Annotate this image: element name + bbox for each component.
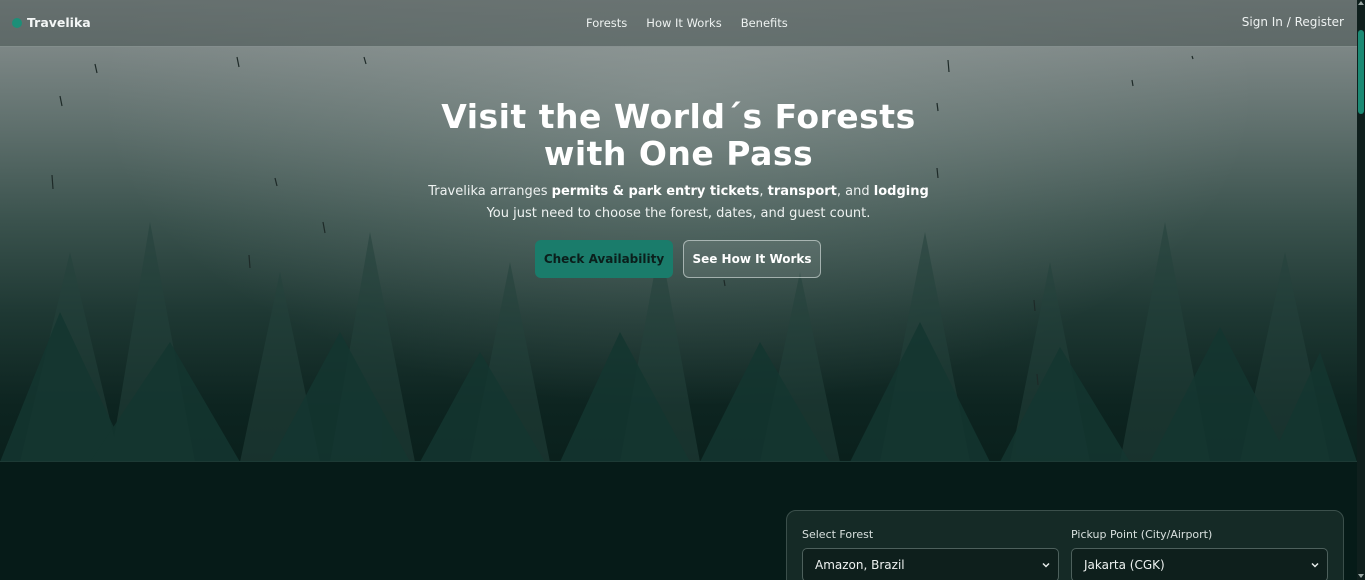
top-navbar: Travelika Forests How It Works Benefits …: [0, 0, 1357, 47]
scrollbar-thumb[interactable]: [1358, 30, 1364, 114]
pickup-point-value: Jakarta (CGK): [1084, 558, 1165, 572]
select-forest-value: Amazon, Brazil: [815, 558, 905, 572]
subtitle-intro: Travelika arranges: [428, 184, 552, 199]
subtitle-sep-2: , and: [836, 184, 874, 199]
subtitle-sep-1: ,: [759, 184, 768, 199]
see-how-it-works-button[interactable]: See How It Works: [683, 240, 821, 278]
select-forest-label: Select Forest: [802, 528, 874, 541]
main-nav: Forests How It Works Benefits: [586, 16, 788, 30]
subtitle-permits: permits & park entry tickets: [551, 184, 760, 199]
chevron-down-icon: [1042, 562, 1050, 568]
nav-link-how-it-works[interactable]: How It Works: [646, 16, 721, 30]
hero-subtitle-line-1: Travelika arranges permits & park entry …: [0, 181, 1357, 203]
subtitle-transport: transport: [767, 184, 837, 199]
rain-overlay: [51, 55, 1194, 386]
check-availability-button[interactable]: Check Availability: [535, 240, 673, 278]
leaf-dot-icon: [12, 17, 22, 28]
scroll-down-arrow-icon[interactable]: [1358, 574, 1364, 578]
hero-subtitle: Travelika arranges permits & park entry …: [0, 181, 1357, 225]
hero-title-line-2: with One Pass: [543, 134, 814, 173]
section-divider: [0, 461, 1357, 462]
booking-card: Select Forest Amazon, Brazil Pickup Poin…: [786, 510, 1344, 580]
scroll-up-arrow-icon[interactable]: [1358, 1, 1364, 5]
select-forest-dropdown[interactable]: Amazon, Brazil: [802, 548, 1059, 580]
hero-subtitle-line-2: You just need to choose the forest, date…: [486, 206, 871, 221]
hero-title-line-1: Visit the World´s Forests: [441, 97, 916, 136]
pickup-point-dropdown[interactable]: Jakarta (CGK): [1071, 548, 1328, 580]
logo-text: Travelika: [27, 15, 91, 30]
page-scrollbar[interactable]: [1357, 0, 1365, 580]
subtitle-lodging: lodging: [873, 184, 929, 199]
nav-link-forests[interactable]: Forests: [586, 16, 627, 30]
nav-link-benefits[interactable]: Benefits: [741, 16, 788, 30]
hero-section: [0, 0, 1357, 462]
pickup-point-label: Pickup Point (City/Airport): [1071, 528, 1213, 541]
sign-in-register-link[interactable]: Sign In / Register: [1242, 15, 1344, 29]
chevron-down-icon: [1311, 562, 1319, 568]
hero-title: Visit the World´s Forests with One Pass: [0, 98, 1357, 172]
logo[interactable]: Travelika: [12, 15, 91, 30]
